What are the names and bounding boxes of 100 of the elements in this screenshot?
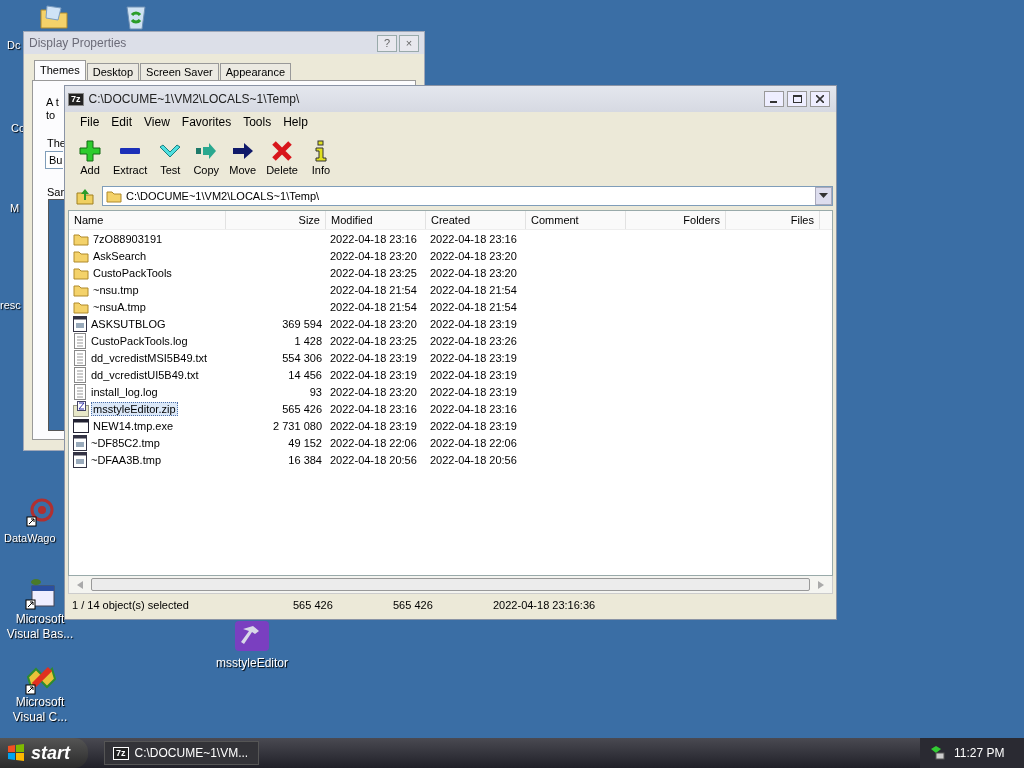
file-name[interactable]: install_log.log bbox=[89, 384, 160, 399]
toolbar-button[interactable]: Test bbox=[152, 140, 189, 176]
menu-item[interactable]: View bbox=[138, 114, 176, 130]
table-cell: 2022-04-18 23:19 bbox=[330, 419, 417, 432]
app-file-icon bbox=[73, 451, 87, 468]
close-button[interactable]: × bbox=[399, 34, 419, 52]
document-icon bbox=[73, 332, 87, 349]
desktop-icon-label[interactable]: Microsoft Visual Bas... bbox=[4, 612, 76, 642]
file-name[interactable]: ~DF85C2.tmp bbox=[89, 435, 162, 450]
column-header[interactable]: Folders bbox=[626, 211, 726, 229]
dialog-text: A t bbox=[46, 96, 59, 108]
desktop-icon-label[interactable]: Dc bbox=[7, 38, 21, 53]
column-header[interactable]: Comment bbox=[526, 211, 626, 229]
close-button[interactable] bbox=[810, 91, 830, 107]
theme-dropdown[interactable]: Bu bbox=[45, 151, 63, 169]
table-cell: 2022-04-18 23:26 bbox=[430, 334, 517, 347]
toolbar-button[interactable]: Move bbox=[224, 140, 262, 176]
plus-icon bbox=[79, 140, 101, 162]
flag-icon bbox=[6, 743, 26, 763]
folder-icon bbox=[106, 189, 122, 203]
file-name[interactable]: NEW14.tmp.exe bbox=[91, 418, 176, 433]
folder-icon bbox=[73, 282, 89, 297]
desktop-icon-label[interactable]: DataWago bbox=[4, 531, 56, 546]
window-title: C:\DOCUME~1\VM2\LOCALS~1\Temp\ bbox=[88, 92, 301, 106]
file-name[interactable]: dd_vcredistMSI5B49.txt bbox=[89, 350, 210, 365]
file-name[interactable]: AskSearch bbox=[91, 248, 149, 263]
column-header[interactable]: Files bbox=[726, 211, 820, 229]
tab[interactable]: Screen Saver bbox=[140, 63, 219, 80]
minus-icon bbox=[120, 148, 141, 154]
column-header[interactable]: Modified bbox=[326, 211, 426, 229]
app-file-icon bbox=[73, 434, 87, 451]
file-name[interactable]: 7zO88903191 bbox=[91, 231, 165, 246]
column-header[interactable]: Created bbox=[426, 211, 526, 229]
document-icon bbox=[73, 383, 87, 400]
toolbar-button[interactable]: Copy bbox=[188, 140, 225, 176]
up-folder-icon[interactable] bbox=[76, 187, 94, 205]
table-cell: 2022-04-18 23:16 bbox=[330, 232, 417, 245]
file-name[interactable]: ~DFAA3B.tmp bbox=[89, 452, 163, 467]
desktop-icon-label[interactable]: resc bbox=[0, 298, 21, 313]
file-name[interactable]: ~nsu.tmp bbox=[91, 282, 141, 297]
table-cell: 14 456 bbox=[288, 368, 322, 381]
taskbar-button[interactable]: 7z C:\DOCUME~1\VM... bbox=[104, 741, 259, 765]
table-cell: 2022-04-18 23:19 bbox=[430, 351, 517, 364]
status-text: 565 426 bbox=[293, 599, 334, 611]
file-name[interactable]: ~nsuA.tmp bbox=[91, 299, 148, 314]
hammer-icon[interactable] bbox=[235, 621, 269, 651]
path-combobox[interactable]: C:\DOCUME~1\VM2\LOCALS~1\Temp\ bbox=[102, 186, 833, 206]
file-name[interactable]: ASKSUTBLOG bbox=[89, 316, 168, 331]
help-button[interactable]: ? bbox=[377, 34, 397, 52]
desktop-icon-label[interactable]: M bbox=[10, 201, 20, 216]
file-name[interactable]: CustoPackTools bbox=[91, 265, 174, 280]
table-cell: 369 594 bbox=[282, 317, 322, 330]
tab[interactable]: Themes bbox=[34, 60, 86, 80]
toolbar-button[interactable]: Add bbox=[72, 140, 108, 176]
desktop-icon-label[interactable]: Microsoft Visual C... bbox=[4, 695, 76, 725]
table-cell: 565 426 bbox=[282, 402, 322, 415]
toolbar-button[interactable]: Delete bbox=[261, 140, 303, 176]
menu-item[interactable]: Tools bbox=[237, 114, 278, 130]
table-cell: 2022-04-18 23:19 bbox=[330, 351, 417, 364]
status-text: 1 / 14 object(s) selected bbox=[72, 599, 190, 611]
folder-icon[interactable] bbox=[39, 2, 69, 30]
menu-item[interactable]: File bbox=[74, 114, 106, 130]
menu-item[interactable]: Favorites bbox=[175, 114, 238, 130]
desktop-icon-label[interactable]: msstyleEditor bbox=[216, 656, 288, 671]
minimize-button[interactable] bbox=[764, 91, 784, 107]
table-cell: 2022-04-18 23:20 bbox=[330, 249, 417, 262]
table-cell: 2022-04-18 20:56 bbox=[330, 453, 417, 466]
zip-file-icon bbox=[73, 400, 89, 417]
table-cell: 2022-04-18 22:06 bbox=[430, 436, 517, 449]
toolbar-button[interactable]: Extract bbox=[108, 140, 153, 176]
table-cell: 2022-04-18 23:25 bbox=[330, 266, 417, 279]
column-header[interactable]: Name bbox=[69, 211, 226, 229]
clock: 11:27 PM bbox=[954, 746, 1005, 760]
table-cell: 2022-04-18 23:19 bbox=[430, 317, 517, 330]
toolbar-button[interactable]: Info bbox=[302, 140, 339, 176]
document-icon bbox=[73, 349, 87, 366]
file-name[interactable]: dd_vcredistUI5B49.txt bbox=[89, 367, 201, 382]
start-button[interactable]: start bbox=[0, 738, 88, 768]
table-cell: 2022-04-18 23:19 bbox=[430, 419, 517, 432]
file-name[interactable]: msstyleEditor.zip bbox=[91, 401, 178, 416]
table-cell: 2022-04-18 23:20 bbox=[330, 317, 417, 330]
table-cell: 2022-04-18 23:20 bbox=[430, 249, 517, 262]
table-cell: 2022-04-18 23:19 bbox=[430, 385, 517, 398]
folder-icon bbox=[73, 248, 89, 263]
maximize-button[interactable] bbox=[787, 91, 807, 107]
file-name[interactable]: CustoPackTools.log bbox=[89, 333, 190, 348]
column-header[interactable]: Size bbox=[226, 211, 326, 229]
menu-item[interactable]: Help bbox=[277, 114, 314, 130]
tab[interactable]: Appearance bbox=[219, 63, 292, 80]
table-cell: 93 bbox=[309, 385, 322, 398]
table-cell: 2022-04-18 23:25 bbox=[330, 334, 417, 347]
table-cell: 2022-04-18 21:54 bbox=[330, 300, 417, 313]
scrollbar-thumb[interactable] bbox=[91, 578, 810, 591]
app-file-icon bbox=[73, 315, 87, 332]
network-icon[interactable] bbox=[930, 745, 946, 761]
menu-item[interactable]: Edit bbox=[105, 114, 139, 130]
tab[interactable]: Desktop bbox=[86, 63, 140, 80]
table-cell: 16 384 bbox=[288, 453, 322, 466]
table-cell: 554 306 bbox=[282, 351, 322, 364]
caret-icon bbox=[819, 193, 828, 199]
